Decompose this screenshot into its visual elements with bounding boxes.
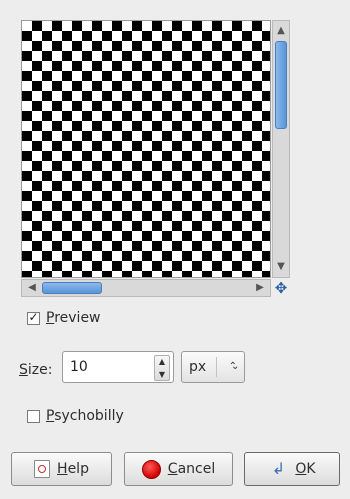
ok-button[interactable]: ↲ OK [244, 452, 340, 486]
preview-label: Preview [46, 310, 101, 326]
help-button-label: Help [57, 461, 89, 477]
help-button[interactable]: Help [11, 452, 112, 486]
size-label: Size: [19, 362, 53, 378]
preview-canvas[interactable] [21, 20, 271, 278]
cancel-icon [141, 459, 161, 479]
size-spinbutton[interactable]: 10 ▲ ▼ [62, 351, 174, 383]
increment-icon[interactable]: ▲ [155, 356, 169, 367]
scroll-down-arrow-icon[interactable]: ▼ [273, 259, 289, 275]
unit-value: px [189, 359, 207, 375]
chevron-updown-icon: ⌃⌄ [228, 361, 240, 372]
ok-button-label: OK [295, 461, 316, 477]
cancel-button[interactable]: Cancel [124, 452, 233, 486]
size-value[interactable]: 10 [70, 352, 88, 382]
preview-toggle[interactable]: ✓ Preview [27, 310, 101, 326]
preview-vertical-scrollbar[interactable]: ▲ ▼ [272, 20, 290, 278]
unit-select[interactable]: px ⌃⌄ [181, 351, 245, 383]
checkmark-icon: ✓ [28, 309, 39, 324]
vertical-scroll-thumb[interactable] [275, 41, 287, 129]
decrement-icon[interactable]: ▼ [155, 369, 169, 380]
scroll-left-arrow-icon[interactable]: ◀ [24, 280, 40, 296]
preview-horizontal-scrollbar[interactable]: ◀ ▶ [21, 279, 271, 297]
navigate-icon[interactable]: ✥ [272, 279, 290, 297]
psychobilly-checkbox[interactable] [27, 409, 40, 423]
scroll-right-arrow-icon[interactable]: ▶ [252, 280, 268, 296]
psychobilly-label: Psychobilly [46, 408, 124, 424]
unit-separator [216, 357, 217, 377]
preview-checkbox[interactable]: ✓ [27, 309, 40, 325]
cancel-button-label: Cancel [167, 461, 216, 477]
ok-icon: ↲ [271, 459, 286, 478]
help-icon [34, 460, 51, 478]
scroll-up-arrow-icon[interactable]: ▲ [273, 23, 289, 39]
psychobilly-toggle[interactable]: Psychobilly [27, 408, 124, 424]
horizontal-scroll-thumb[interactable] [42, 282, 102, 294]
size-stepper[interactable]: ▲ ▼ [154, 355, 170, 381]
